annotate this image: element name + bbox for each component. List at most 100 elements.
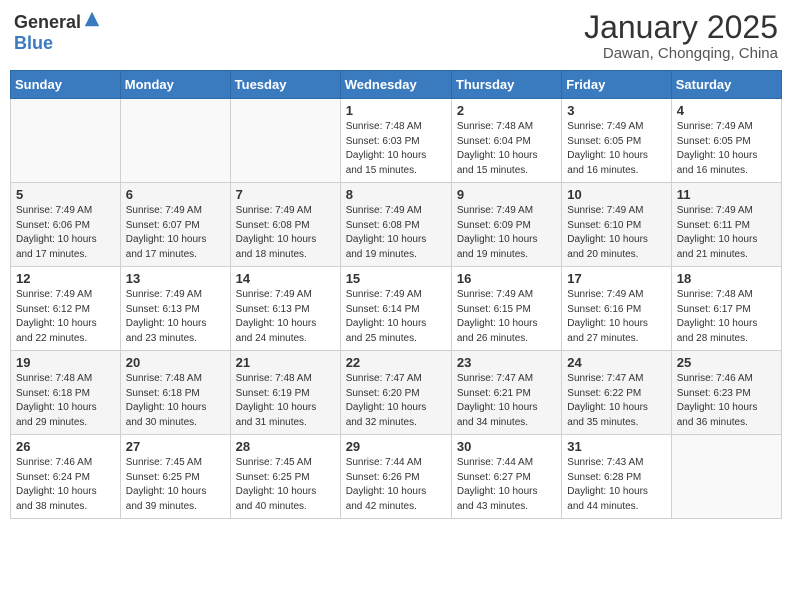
page-header: General Blue January 2025 Dawan, Chongqi… (10, 10, 782, 62)
day-number: 25 (677, 355, 776, 370)
calendar-week-row: 19 Sunrise: 7:48 AM Sunset: 6:18 PM Dayli… (11, 351, 782, 435)
calendar-cell: 31Sunrise: 7:43 AM Sunset: 6:28 PM Dayli… (562, 435, 671, 519)
calendar-cell: 18 Sunrise: 7:48 AM Sunset: 6:17 PM Dayli… (671, 267, 781, 351)
logo: General Blue (14, 10, 101, 54)
day-number: 28 (236, 439, 335, 454)
calendar-cell: 21 Sunrise: 7:48 AM Sunset: 6:19 PM Dayli… (230, 351, 340, 435)
day-number: 14 (236, 271, 335, 286)
day-number: 6 (126, 187, 225, 202)
day-info: Sunrise: 7:49 AM Sunset: 6:05 PM Dayligh… (677, 120, 776, 178)
calendar-cell: 30 Sunrise: 7:44 AM Sunset: 6:27 PM Dayli… (451, 435, 561, 519)
calendar-cell: 1Sunrise: 7:48 AM Sunset: 6:03 PM Daylig… (340, 99, 451, 183)
day-number: 19 (16, 355, 115, 370)
day-number: 27 (126, 439, 225, 454)
calendar-week-row: 5 Sunrise: 7:49 AM Sunset: 6:06 PM Daylig… (11, 183, 782, 267)
day-info: Sunrise: 7:49 AM Sunset: 6:15 PM Dayligh… (457, 288, 556, 346)
day-info: Sunrise: 7:49 AM Sunset: 6:10 PM Dayligh… (567, 204, 665, 262)
calendar-cell: 25 Sunrise: 7:46 AM Sunset: 6:23 PM Dayli… (671, 351, 781, 435)
calendar-cell: 8 Sunrise: 7:49 AM Sunset: 6:08 PM Daylig… (340, 183, 451, 267)
calendar-cell: 4 Sunrise: 7:49 AM Sunset: 6:05 PM Daylig… (671, 99, 781, 183)
day-number: 16 (457, 271, 556, 286)
day-info: Sunrise: 7:48 AM Sunset: 6:04 PM Dayligh… (457, 120, 556, 178)
day-number: 12 (16, 271, 115, 286)
calendar-cell: 11Sunrise: 7:49 AM Sunset: 6:11 PM Dayli… (671, 183, 781, 267)
day-info: Sunrise: 7:49 AM Sunset: 6:05 PM Dayligh… (567, 120, 665, 178)
day-info: Sunrise: 7:44 AM Sunset: 6:27 PM Dayligh… (457, 456, 556, 514)
calendar-cell: 13Sunrise: 7:49 AM Sunset: 6:13 PM Dayli… (120, 267, 230, 351)
logo-blue: Blue (14, 33, 53, 53)
calendar-cell (671, 435, 781, 519)
day-info: Sunrise: 7:46 AM Sunset: 6:24 PM Dayligh… (16, 456, 115, 514)
logo-text: General Blue (14, 10, 101, 54)
day-info: Sunrise: 7:48 AM Sunset: 6:19 PM Dayligh… (236, 372, 335, 430)
month-year-title: January 2025 (584, 10, 778, 45)
calendar-week-row: 12Sunrise: 7:49 AM Sunset: 6:12 PM Dayli… (11, 267, 782, 351)
day-number: 30 (457, 439, 556, 454)
calendar-cell: 20 Sunrise: 7:48 AM Sunset: 6:18 PM Dayli… (120, 351, 230, 435)
calendar-cell (11, 99, 121, 183)
title-block: January 2025 Dawan, Chongqing, China (584, 10, 778, 62)
calendar-cell: 3 Sunrise: 7:49 AM Sunset: 6:05 PM Daylig… (562, 99, 671, 183)
day-info: Sunrise: 7:49 AM Sunset: 6:11 PM Dayligh… (677, 204, 776, 262)
calendar-cell: 15 Sunrise: 7:49 AM Sunset: 6:14 PM Dayli… (340, 267, 451, 351)
logo-general: General (14, 12, 81, 32)
calendar-cell: 22Sunrise: 7:47 AM Sunset: 6:20 PM Dayli… (340, 351, 451, 435)
weekday-header-wednesday: Wednesday (340, 71, 451, 99)
day-number: 7 (236, 187, 335, 202)
day-info: Sunrise: 7:49 AM Sunset: 6:06 PM Dayligh… (16, 204, 115, 262)
day-number: 31 (567, 439, 665, 454)
location-subtitle: Dawan, Chongqing, China (584, 45, 778, 62)
day-info: Sunrise: 7:46 AM Sunset: 6:23 PM Dayligh… (677, 372, 776, 430)
day-info: Sunrise: 7:49 AM Sunset: 6:07 PM Dayligh… (126, 204, 225, 262)
day-number: 20 (126, 355, 225, 370)
day-info: Sunrise: 7:44 AM Sunset: 6:26 PM Dayligh… (346, 456, 446, 514)
calendar-cell: 17 Sunrise: 7:49 AM Sunset: 6:16 PM Dayli… (562, 267, 671, 351)
day-info: Sunrise: 7:48 AM Sunset: 6:18 PM Dayligh… (16, 372, 115, 430)
calendar-cell: 28 Sunrise: 7:45 AM Sunset: 6:25 PM Dayli… (230, 435, 340, 519)
day-number: 29 (346, 439, 446, 454)
day-number: 9 (457, 187, 556, 202)
day-number: 5 (16, 187, 115, 202)
weekday-header-saturday: Saturday (671, 71, 781, 99)
day-info: Sunrise: 7:48 AM Sunset: 6:17 PM Dayligh… (677, 288, 776, 346)
day-number: 4 (677, 103, 776, 118)
day-info: Sunrise: 7:49 AM Sunset: 6:13 PM Dayligh… (126, 288, 225, 346)
calendar-cell (230, 99, 340, 183)
calendar-cell: 23Sunrise: 7:47 AM Sunset: 6:21 PM Dayli… (451, 351, 561, 435)
calendar-cell: 2 Sunrise: 7:48 AM Sunset: 6:04 PM Daylig… (451, 99, 561, 183)
day-info: Sunrise: 7:49 AM Sunset: 6:09 PM Dayligh… (457, 204, 556, 262)
calendar-cell: 5 Sunrise: 7:49 AM Sunset: 6:06 PM Daylig… (11, 183, 121, 267)
weekday-header-monday: Monday (120, 71, 230, 99)
day-info: Sunrise: 7:45 AM Sunset: 6:25 PM Dayligh… (236, 456, 335, 514)
calendar-cell: 6 Sunrise: 7:49 AM Sunset: 6:07 PM Daylig… (120, 183, 230, 267)
calendar-cell: 12Sunrise: 7:49 AM Sunset: 6:12 PM Dayli… (11, 267, 121, 351)
calendar-cell (120, 99, 230, 183)
day-number: 23 (457, 355, 556, 370)
calendar-cell: 27Sunrise: 7:45 AM Sunset: 6:25 PM Dayli… (120, 435, 230, 519)
calendar-cell: 19 Sunrise: 7:48 AM Sunset: 6:18 PM Dayli… (11, 351, 121, 435)
day-number: 3 (567, 103, 665, 118)
calendar-cell: 29 Sunrise: 7:44 AM Sunset: 6:26 PM Dayli… (340, 435, 451, 519)
day-number: 2 (457, 103, 556, 118)
day-info: Sunrise: 7:49 AM Sunset: 6:14 PM Dayligh… (346, 288, 446, 346)
day-info: Sunrise: 7:49 AM Sunset: 6:16 PM Dayligh… (567, 288, 665, 346)
day-number: 10 (567, 187, 665, 202)
day-number: 15 (346, 271, 446, 286)
weekday-header-friday: Friday (562, 71, 671, 99)
calendar-cell: 7Sunrise: 7:49 AM Sunset: 6:08 PM Daylig… (230, 183, 340, 267)
day-info: Sunrise: 7:48 AM Sunset: 6:18 PM Dayligh… (126, 372, 225, 430)
logo-icon (83, 10, 101, 28)
day-number: 18 (677, 271, 776, 286)
calendar-table: SundayMondayTuesdayWednesdayThursdayFrid… (10, 70, 782, 519)
day-number: 21 (236, 355, 335, 370)
day-info: Sunrise: 7:48 AM Sunset: 6:03 PM Dayligh… (346, 120, 446, 178)
day-info: Sunrise: 7:49 AM Sunset: 6:08 PM Dayligh… (346, 204, 446, 262)
day-number: 24 (567, 355, 665, 370)
day-number: 22 (346, 355, 446, 370)
weekday-header-row: SundayMondayTuesdayWednesdayThursdayFrid… (11, 71, 782, 99)
calendar-week-row: 26Sunrise: 7:46 AM Sunset: 6:24 PM Dayli… (11, 435, 782, 519)
calendar-cell: 26Sunrise: 7:46 AM Sunset: 6:24 PM Dayli… (11, 435, 121, 519)
day-number: 8 (346, 187, 446, 202)
day-number: 17 (567, 271, 665, 286)
calendar-week-row: 1Sunrise: 7:48 AM Sunset: 6:03 PM Daylig… (11, 99, 782, 183)
